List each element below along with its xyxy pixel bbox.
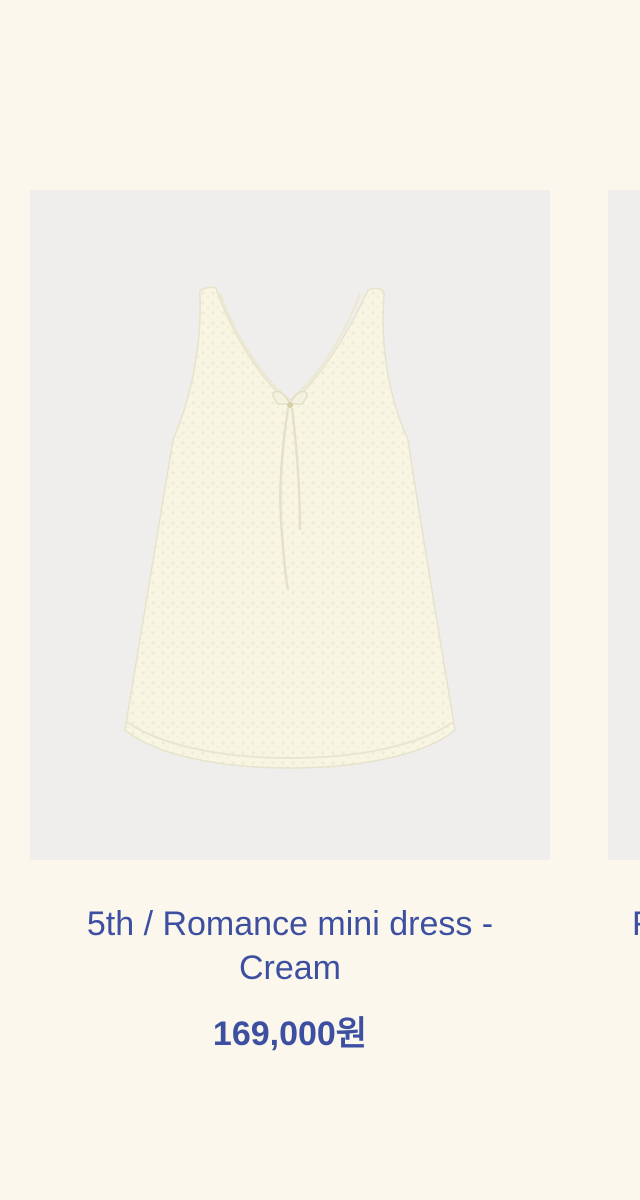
product-image[interactable] (30, 190, 550, 860)
dress-illustration (124, 286, 456, 769)
product-price: 169,000원 (212, 1015, 368, 1053)
next-product-image[interactable] (608, 190, 640, 860)
next-product-name[interactable]: F (608, 902, 640, 946)
product-carousel[interactable]: 5th / Romance mini dress - Cream 169,000… (0, 0, 640, 1200)
product-name[interactable]: 5th / Romance mini dress - Cream (30, 902, 550, 990)
next-product-card[interactable]: F (608, 190, 640, 946)
product-card[interactable]: 5th / Romance mini dress - Cream 169,000… (30, 190, 550, 1054)
